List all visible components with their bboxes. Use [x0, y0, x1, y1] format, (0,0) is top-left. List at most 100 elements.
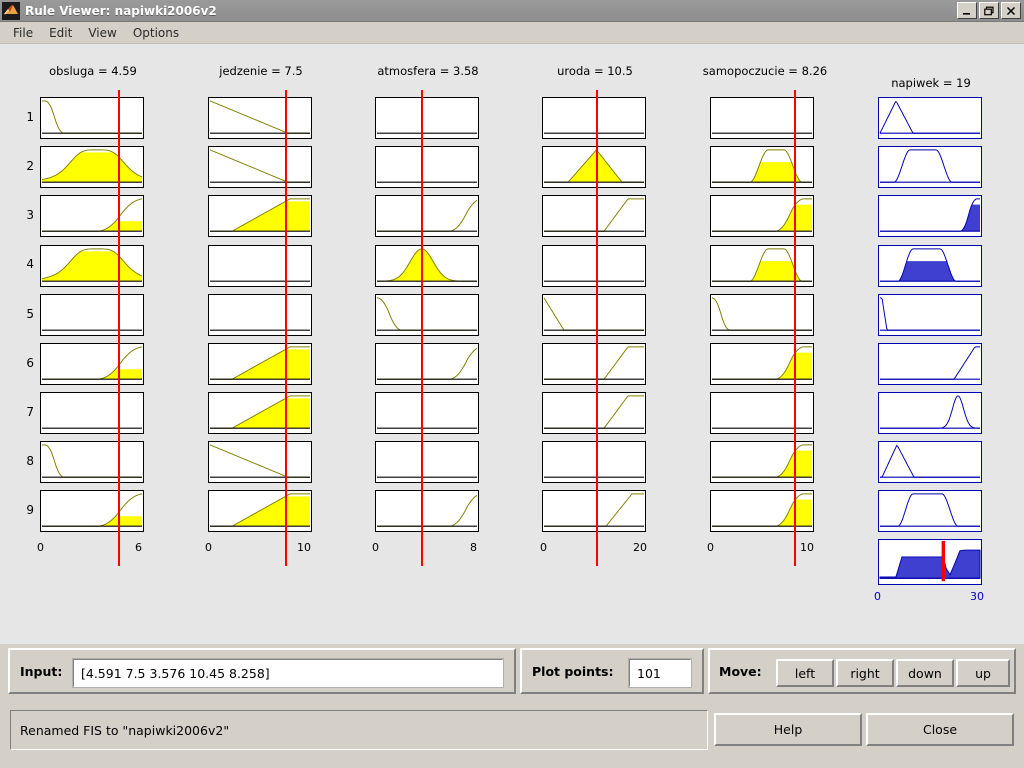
menu-view[interactable]: View [81, 24, 125, 42]
mf-plot-jedzenie-rule-2[interactable] [208, 146, 312, 188]
mf-plot-napiwek-rule-5[interactable] [878, 294, 982, 336]
menubar: File Edit View Options [0, 22, 1024, 44]
rule-viewer-window: Rule Viewer: napiwki2006v2 File Edit Vie… [0, 0, 1024, 768]
column-header-uroda: uroda = 10.5 [557, 64, 633, 78]
axis-tick-samopoczucie-min: 0 [707, 541, 714, 554]
axis-tick-obsluga-min: 0 [37, 541, 44, 554]
mf-plot-obsluga-rule-5[interactable] [40, 294, 144, 336]
mf-plot-napiwek-rule-8[interactable] [878, 441, 982, 483]
aggregate-output-plot[interactable] [878, 539, 982, 585]
move-right-button[interactable]: right [836, 659, 894, 687]
mf-plot-samopoczucie-rule-6[interactable] [710, 343, 814, 385]
mf-plot-samopoczucie-rule-3[interactable] [710, 195, 814, 237]
mf-plot-napiwek-rule-9[interactable] [878, 490, 982, 532]
mf-plot-napiwek-rule-7[interactable] [878, 392, 982, 434]
mf-plot-atmosfera-rule-1[interactable] [375, 97, 479, 139]
input-field[interactable]: [4.591 7.5 3.576 10.45 8.258] [72, 658, 504, 688]
mf-plot-atmosfera-rule-7[interactable] [375, 392, 479, 434]
rule-plot-grid: obsluga = 4.59 jedzenie = 7.5 atmosfera … [0, 44, 1024, 644]
window-title: Rule Viewer: napiwki2006v2 [25, 3, 217, 18]
mf-plot-jedzenie-rule-7[interactable] [208, 392, 312, 434]
mf-plot-samopoczucie-rule-1[interactable] [710, 97, 814, 139]
mf-plot-uroda-rule-8[interactable] [542, 441, 646, 483]
mf-plot-atmosfera-rule-5[interactable] [375, 294, 479, 336]
axis-tick-jedzenie-max: 10 [297, 541, 311, 554]
mf-plot-jedzenie-rule-6[interactable] [208, 343, 312, 385]
input-marker-samopoczucie[interactable] [794, 90, 797, 566]
mf-plot-atmosfera-rule-6[interactable] [375, 343, 479, 385]
mf-plot-atmosfera-rule-4[interactable] [375, 245, 479, 287]
mf-plot-jedzenie-rule-8[interactable] [208, 441, 312, 483]
menu-options[interactable]: Options [126, 24, 188, 42]
mf-plot-atmosfera-rule-9[interactable] [375, 490, 479, 532]
move-left-button[interactable]: left [776, 659, 834, 687]
input-marker-obsluga[interactable] [118, 90, 121, 566]
mf-plot-jedzenie-rule-3[interactable] [208, 195, 312, 237]
mf-plot-uroda-rule-5[interactable] [542, 294, 646, 336]
mf-plot-samopoczucie-rule-4[interactable] [710, 245, 814, 287]
mf-plot-obsluga-rule-6[interactable] [40, 343, 144, 385]
rule-number-7: 7 [26, 405, 34, 419]
move-label: Move: [719, 664, 762, 679]
mf-plot-jedzenie-rule-4[interactable] [208, 245, 312, 287]
mf-plot-obsluga-rule-8[interactable] [40, 441, 144, 483]
mf-plot-samopoczucie-rule-8[interactable] [710, 441, 814, 483]
rule-number-3: 3 [26, 208, 34, 222]
mf-plot-obsluga-rule-4[interactable] [40, 245, 144, 287]
mf-plot-uroda-rule-2[interactable] [542, 146, 646, 188]
move-up-button[interactable]: up [956, 659, 1010, 687]
plot-points-input[interactable]: 101 [628, 658, 692, 688]
move-down-button[interactable]: down [896, 659, 954, 687]
maximize-button[interactable] [979, 2, 999, 19]
mf-plot-obsluga-rule-2[interactable] [40, 146, 144, 188]
column-header-napiwek: napiwek = 19 [891, 76, 971, 90]
minimize-button[interactable] [957, 2, 977, 19]
axis-tick-atmosfera-min: 0 [372, 541, 379, 554]
mf-plot-obsluga-rule-9[interactable] [40, 490, 144, 532]
close-button-bottom[interactable]: Close [866, 713, 1014, 746]
axis-tick-uroda-min: 0 [540, 541, 547, 554]
axis-tick-uroda-max: 20 [633, 541, 647, 554]
mf-plot-napiwek-rule-2[interactable] [878, 146, 982, 188]
mf-plot-atmosfera-rule-3[interactable] [375, 195, 479, 237]
mf-plot-uroda-rule-4[interactable] [542, 245, 646, 287]
mf-plot-atmosfera-rule-2[interactable] [375, 146, 479, 188]
mf-plot-samopoczucie-rule-7[interactable] [710, 392, 814, 434]
mf-plot-uroda-rule-6[interactable] [542, 343, 646, 385]
mf-plot-uroda-rule-1[interactable] [542, 97, 646, 139]
mf-plot-jedzenie-rule-1[interactable] [208, 97, 312, 139]
input-marker-atmosfera[interactable] [420, 90, 423, 566]
mf-plot-obsluga-rule-3[interactable] [40, 195, 144, 237]
mf-plot-samopoczucie-rule-2[interactable] [710, 146, 814, 188]
mf-plot-samopoczucie-rule-9[interactable] [710, 490, 814, 532]
column-header-obsluga: obsluga = 4.59 [49, 64, 137, 78]
mf-plot-napiwek-rule-4[interactable] [878, 245, 982, 287]
mf-plot-napiwek-rule-6[interactable] [878, 343, 982, 385]
axis-tick-atmosfera-max: 8 [470, 541, 477, 554]
mf-plot-napiwek-rule-1[interactable] [878, 97, 982, 139]
close-button[interactable] [1001, 2, 1021, 19]
menu-edit[interactable]: Edit [42, 24, 81, 42]
matlab-logo-icon [2, 1, 20, 20]
input-marker-jedzenie[interactable] [284, 90, 287, 566]
mf-plot-jedzenie-rule-9[interactable] [208, 490, 312, 532]
mf-plot-uroda-rule-7[interactable] [542, 392, 646, 434]
rule-number-5: 5 [26, 307, 34, 321]
mf-plot-jedzenie-rule-5[interactable] [208, 294, 312, 336]
menu-file[interactable]: File [6, 24, 42, 42]
help-button[interactable]: Help [714, 713, 862, 746]
mf-plot-obsluga-rule-7[interactable] [40, 392, 144, 434]
plot-points-label: Plot points: [532, 664, 614, 679]
plot-points-panel: Plot points: 101 [520, 648, 704, 694]
mf-plot-atmosfera-rule-8[interactable] [375, 441, 479, 483]
input-marker-uroda[interactable] [595, 90, 598, 566]
mf-plot-uroda-rule-3[interactable] [542, 195, 646, 237]
axis-tick-napiwek-max: 30 [970, 590, 984, 603]
axis-tick-jedzenie-min: 0 [205, 541, 212, 554]
mf-plot-uroda-rule-9[interactable] [542, 490, 646, 532]
mf-plot-napiwek-rule-3[interactable] [878, 195, 982, 237]
mf-plot-obsluga-rule-1[interactable] [40, 97, 144, 139]
window-controls [957, 2, 1021, 19]
mf-plot-samopoczucie-rule-5[interactable] [710, 294, 814, 336]
rule-number-1: 1 [26, 110, 34, 124]
